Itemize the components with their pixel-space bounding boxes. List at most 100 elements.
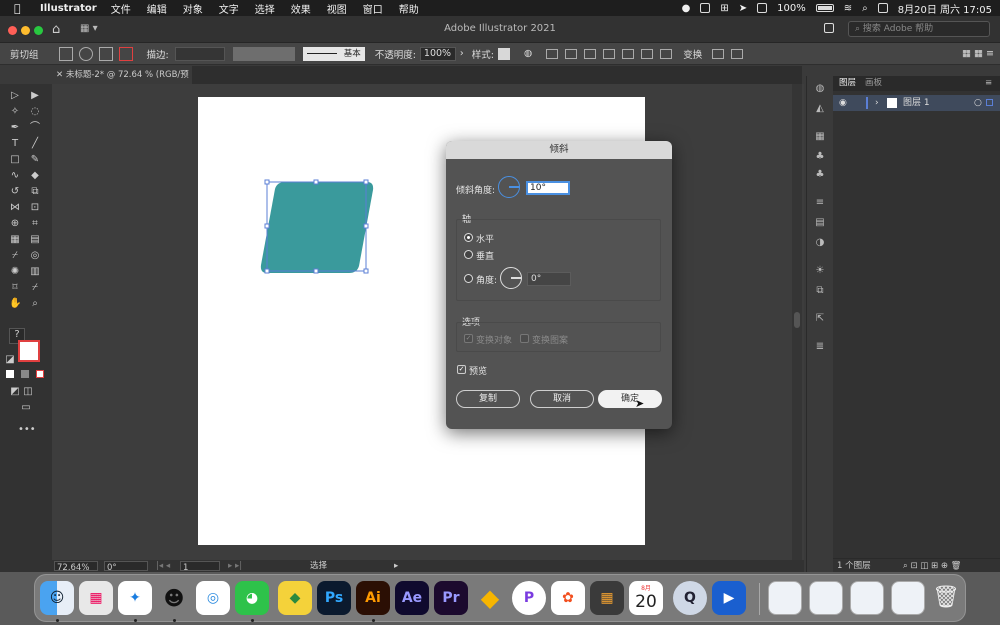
zoom-tool-icon[interactable]: ⌕ <box>29 298 41 310</box>
menu-edit[interactable]: 编辑 <box>147 1 167 16</box>
send-icon[interactable]: ➤ <box>739 3 747 14</box>
blend-tool-icon[interactable]: ◎ <box>29 250 41 262</box>
mesh-tool-icon[interactable]: ▦ <box>9 234 21 246</box>
graphic-style-swatch[interactable] <box>497 47 510 60</box>
preview-checkbox[interactable]: ✓ <box>457 365 466 374</box>
graphic-styles-panel-icon[interactable]: ⧉ <box>814 286 826 296</box>
trash-icon[interactable]: 🗑 <box>929 581 963 615</box>
rotation-input[interactable]: 0° <box>104 561 148 573</box>
paintbrush-tool-icon[interactable]: ✎ <box>29 154 41 166</box>
align-to-icon[interactable] <box>546 48 559 59</box>
graph-tool-icon[interactable]: ▥ <box>29 266 41 278</box>
shaper-tool-icon[interactable]: ∿ <box>9 170 21 182</box>
target-icon[interactable] <box>78 46 93 61</box>
lasso-tool-icon[interactable]: ◌ <box>29 106 41 118</box>
ok-button[interactable]: 确定 <box>598 390 662 408</box>
finder-icon[interactable]: ☺ <box>40 581 74 615</box>
panel-menu-icon[interactable]: ▦ ▦ ≡ <box>962 48 994 59</box>
quicktime-icon[interactable]: Q <box>673 581 707 615</box>
gradient-panel-icon[interactable]: ▤ <box>814 218 826 228</box>
menu-help[interactable]: 帮助 <box>399 1 419 16</box>
align-middle-icon[interactable] <box>641 48 654 59</box>
line-tool-icon[interactable]: ╱ <box>29 138 41 150</box>
search-icon[interactable]: ⌕ <box>862 3 868 14</box>
launchpad-icon[interactable]: ▦ <box>79 581 113 615</box>
axis-vertical-label[interactable]: 垂直 <box>476 249 494 262</box>
menu-type[interactable]: 文字 <box>219 1 239 16</box>
status-menu-icon[interactable]: ▸ <box>394 560 398 572</box>
properties-panel-icon[interactable]: ◍ <box>814 84 826 94</box>
vertical-scrollbar[interactable] <box>792 84 802 560</box>
skewed-shape[interactable] <box>257 178 381 278</box>
selection-indicator-icon[interactable] <box>986 99 993 106</box>
sync-icon[interactable] <box>757 3 768 13</box>
type-tool-icon[interactable]: T <box>9 138 21 150</box>
axis-horizontal-radio[interactable] <box>464 233 473 242</box>
brushes-panel-icon[interactable]: ♣ <box>814 152 826 162</box>
scale-tool-icon[interactable]: ⧉ <box>29 186 41 198</box>
transform-patterns-checkbox[interactable] <box>520 334 529 343</box>
rectangle-tool-icon[interactable]: □ <box>9 154 21 166</box>
stroke-swatch-icon[interactable] <box>118 46 133 61</box>
recent-window-thumbnail-3[interactable] <box>850 581 884 615</box>
expand-chevron-icon[interactable]: › <box>875 95 879 111</box>
vertical-scrollbar-thumb[interactable] <box>794 312 800 328</box>
shape-fill[interactable] <box>260 182 374 273</box>
keynote-icon[interactable]: ▶ <box>712 581 746 615</box>
menu-select[interactable]: 选择 <box>255 1 275 16</box>
after-effects-icon[interactable]: Ae <box>395 581 429 615</box>
width-tool-icon[interactable]: ⋈ <box>9 202 21 214</box>
pen-tool-icon[interactable]: ✒ <box>9 122 21 134</box>
transparency-panel-icon[interactable]: ◑ <box>814 238 826 248</box>
artboard-number-input[interactable]: 1 <box>180 561 220 573</box>
panel-toggle-icon[interactable] <box>824 23 834 33</box>
wifi-icon[interactable]: ≋ <box>844 3 852 14</box>
cancel-button[interactable]: 取消 <box>530 390 594 408</box>
axis-angle-dial[interactable] <box>500 267 522 289</box>
preview-label[interactable]: 预览 <box>469 364 487 377</box>
layer-name[interactable]: 图层 1 <box>903 95 930 111</box>
premiere-icon[interactable]: Pr <box>434 581 468 615</box>
align-center-icon[interactable] <box>584 48 597 59</box>
record-icon[interactable]: ● <box>682 3 691 14</box>
menu-object[interactable]: 对象 <box>183 1 203 16</box>
stroke-style-dropdown[interactable]: 基本 <box>302 46 365 61</box>
align-left-icon[interactable] <box>565 48 578 59</box>
copy-button[interactable]: 复制 <box>456 390 520 408</box>
symbols-panel-icon[interactable]: ♣ <box>814 170 826 180</box>
picsart-icon[interactable]: P <box>512 581 546 615</box>
selection-tool-icon[interactable]: ▷ <box>9 90 21 102</box>
adjust-panel-icon[interactable]: ≣ <box>814 342 826 352</box>
date-time[interactable]: 8月20日 周六 17:05 <box>898 1 992 16</box>
calculator-icon[interactable]: ▦ <box>590 581 624 615</box>
eyedropper-tool-icon[interactable]: ⌿ <box>9 250 21 262</box>
fill-swatch-icon[interactable] <box>98 46 113 61</box>
draw-normal-icon[interactable]: ◩ <box>9 386 21 398</box>
close-tab-icon[interactable]: ✕ <box>56 70 66 80</box>
color-mode-icon[interactable] <box>6 370 14 378</box>
stroke-panel-icon[interactable]: ≡ <box>814 198 826 208</box>
isolate-icon[interactable] <box>58 46 73 61</box>
edit-toolbar-icon[interactable]: ••• <box>18 424 36 436</box>
libraries-panel-icon[interactable]: ◭ <box>814 104 826 114</box>
transform-link[interactable]: 变换 <box>683 47 702 61</box>
curvature-tool-icon[interactable]: ⌒ <box>29 122 41 134</box>
perspective-grid-tool-icon[interactable]: ⌗ <box>29 218 41 230</box>
symbol-sprayer-tool-icon[interactable]: ✺ <box>9 266 21 278</box>
shear-angle-dial[interactable] <box>498 176 520 198</box>
screen-icon[interactable] <box>700 3 711 13</box>
document-tab[interactable]: ✕ 未标题-2* @ 72.64 % (RGB/预览) <box>52 66 192 98</box>
photoshop-icon[interactable]: Ps <box>317 581 351 615</box>
qq-icon[interactable]: ☻ <box>157 581 191 615</box>
rotate-tool-icon[interactable]: ↺ <box>9 186 21 198</box>
export-panel-icon[interactable]: ⇱ <box>814 314 826 324</box>
menu-window[interactable]: 窗口 <box>363 1 383 16</box>
default-colors-icon[interactable]: ◪ <box>4 354 16 366</box>
none-mode-icon[interactable] <box>36 370 44 378</box>
align-right-icon[interactable] <box>603 48 616 59</box>
eraser-tool-icon[interactable]: ◆ <box>29 170 41 182</box>
preview-app-icon[interactable]: ◎ <box>196 581 230 615</box>
recolor-icon[interactable]: ◍ <box>524 48 532 59</box>
grid-icon[interactable]: ⊞ <box>720 3 728 14</box>
tab-artboards[interactable]: 画板 <box>865 76 882 91</box>
